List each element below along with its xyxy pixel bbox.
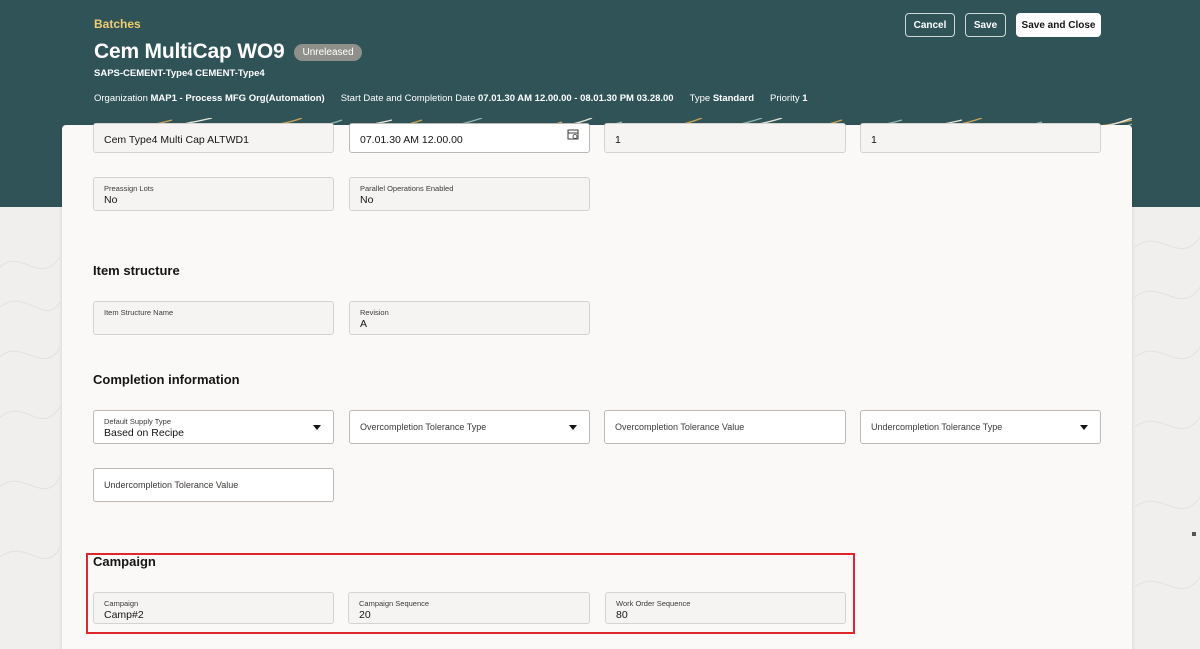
default-supply-type-select[interactable]: Default Supply Type Based on Recipe <box>93 410 334 444</box>
breadcrumb[interactable]: Batches <box>94 17 141 31</box>
header-meta: Organization MAP1 - Process MFG Org(Auto… <box>94 93 824 104</box>
quantity-value: 1 <box>615 134 621 146</box>
undercompletion-tolerance-value-placeholder: Undercompletion Tolerance Value <box>104 480 239 490</box>
preassign-lots-value: No <box>104 194 118 206</box>
meta-dates: Start Date and Completion Date 07.01.30 … <box>341 93 674 104</box>
completed-quantity-value: 1 <box>871 134 877 146</box>
campaign-highlight-box <box>86 553 855 634</box>
default-supply-type-label: Default Supply Type <box>104 417 171 426</box>
completion-information-title: Completion information <box>93 372 240 387</box>
undercompletion-tolerance-type-select[interactable]: Undercompletion Tolerance Type <box>860 410 1101 444</box>
meta-type-value: Standard <box>712 93 755 104</box>
undercompletion-tolerance-type-placeholder: Undercompletion Tolerance Type <box>871 422 1003 432</box>
undercompletion-tolerance-value-input[interactable]: Undercompletion Tolerance Value <box>93 468 334 502</box>
meta-organization-value: MAP1 - Process MFG Org(Automation) <box>150 93 325 104</box>
chevron-down-icon[interactable] <box>313 425 321 430</box>
status-badge: Unreleased <box>294 43 362 61</box>
parallel-operations-value: No <box>360 194 374 206</box>
save-and-close-button[interactable]: Save and Close <box>1016 13 1101 37</box>
meta-priority-value: 1 <box>802 93 808 104</box>
revision-value: A <box>360 318 368 330</box>
default-supply-type-value: Based on Recipe <box>104 427 184 439</box>
meta-type: Type Standard <box>690 93 754 104</box>
meta-organization: Organization MAP1 - Process MFG Org(Auto… <box>94 93 325 104</box>
start-date-field[interactable]: 07.01.30 AM 12.00.00 <box>349 123 590 153</box>
overcompletion-tolerance-value-input[interactable]: Overcompletion Tolerance Value <box>604 410 846 444</box>
meta-organization-label: Organization <box>94 93 148 104</box>
item-value: Cem Type4 Multi Cap ALTWD1 <box>104 134 249 146</box>
meta-dates-value: 07.01.30 AM 12.00.00 - 08.01.30 PM 03.28… <box>478 93 674 104</box>
parallel-operations-label: Parallel Operations Enabled <box>360 184 454 193</box>
chevron-down-icon[interactable] <box>569 425 577 430</box>
meta-type-label: Type <box>689 93 711 104</box>
completed-quantity-field[interactable]: 1 <box>860 123 1101 153</box>
chevron-down-icon[interactable] <box>1080 425 1088 430</box>
quantity-field[interactable]: 1 <box>604 123 846 153</box>
start-date-value: 07.01.30 AM 12.00.00 <box>360 134 463 146</box>
item-structure-title: Item structure <box>93 263 180 278</box>
meta-priority-label: Priority <box>770 93 800 104</box>
meta-priority: Priority 1 <box>770 93 808 104</box>
overcompletion-tolerance-type-select[interactable]: Overcompletion Tolerance Type <box>349 410 590 444</box>
revision-field[interactable]: Revision A <box>349 301 590 335</box>
item-field[interactable]: Cem Type4 Multi Cap ALTWD1 <box>93 123 334 153</box>
scroll-marker <box>1192 532 1196 536</box>
save-button[interactable]: Save <box>965 13 1006 37</box>
title-row: Cem MultiCap WO9 Unreleased <box>94 40 362 64</box>
item-structure-name-field[interactable]: Item Structure Name <box>93 301 334 335</box>
revision-label: Revision <box>360 308 389 317</box>
cancel-button[interactable]: Cancel <box>905 13 955 37</box>
overcompletion-tolerance-type-placeholder: Overcompletion Tolerance Type <box>360 422 487 432</box>
item-structure-name-label: Item Structure Name <box>104 308 174 317</box>
calendar-icon[interactable] <box>567 128 579 140</box>
page-title: Cem MultiCap WO9 <box>94 40 285 63</box>
page-subtitle: SAPS-CEMENT-Type4 CEMENT-Type4 <box>94 68 265 79</box>
preassign-lots-field[interactable]: Preassign Lots No <box>93 177 334 211</box>
parallel-operations-field[interactable]: Parallel Operations Enabled No <box>349 177 590 211</box>
overcompletion-tolerance-value-placeholder: Overcompletion Tolerance Value <box>615 422 745 432</box>
preassign-lots-label: Preassign Lots <box>104 184 154 193</box>
meta-dates-label: Start Date and Completion Date <box>340 93 476 104</box>
